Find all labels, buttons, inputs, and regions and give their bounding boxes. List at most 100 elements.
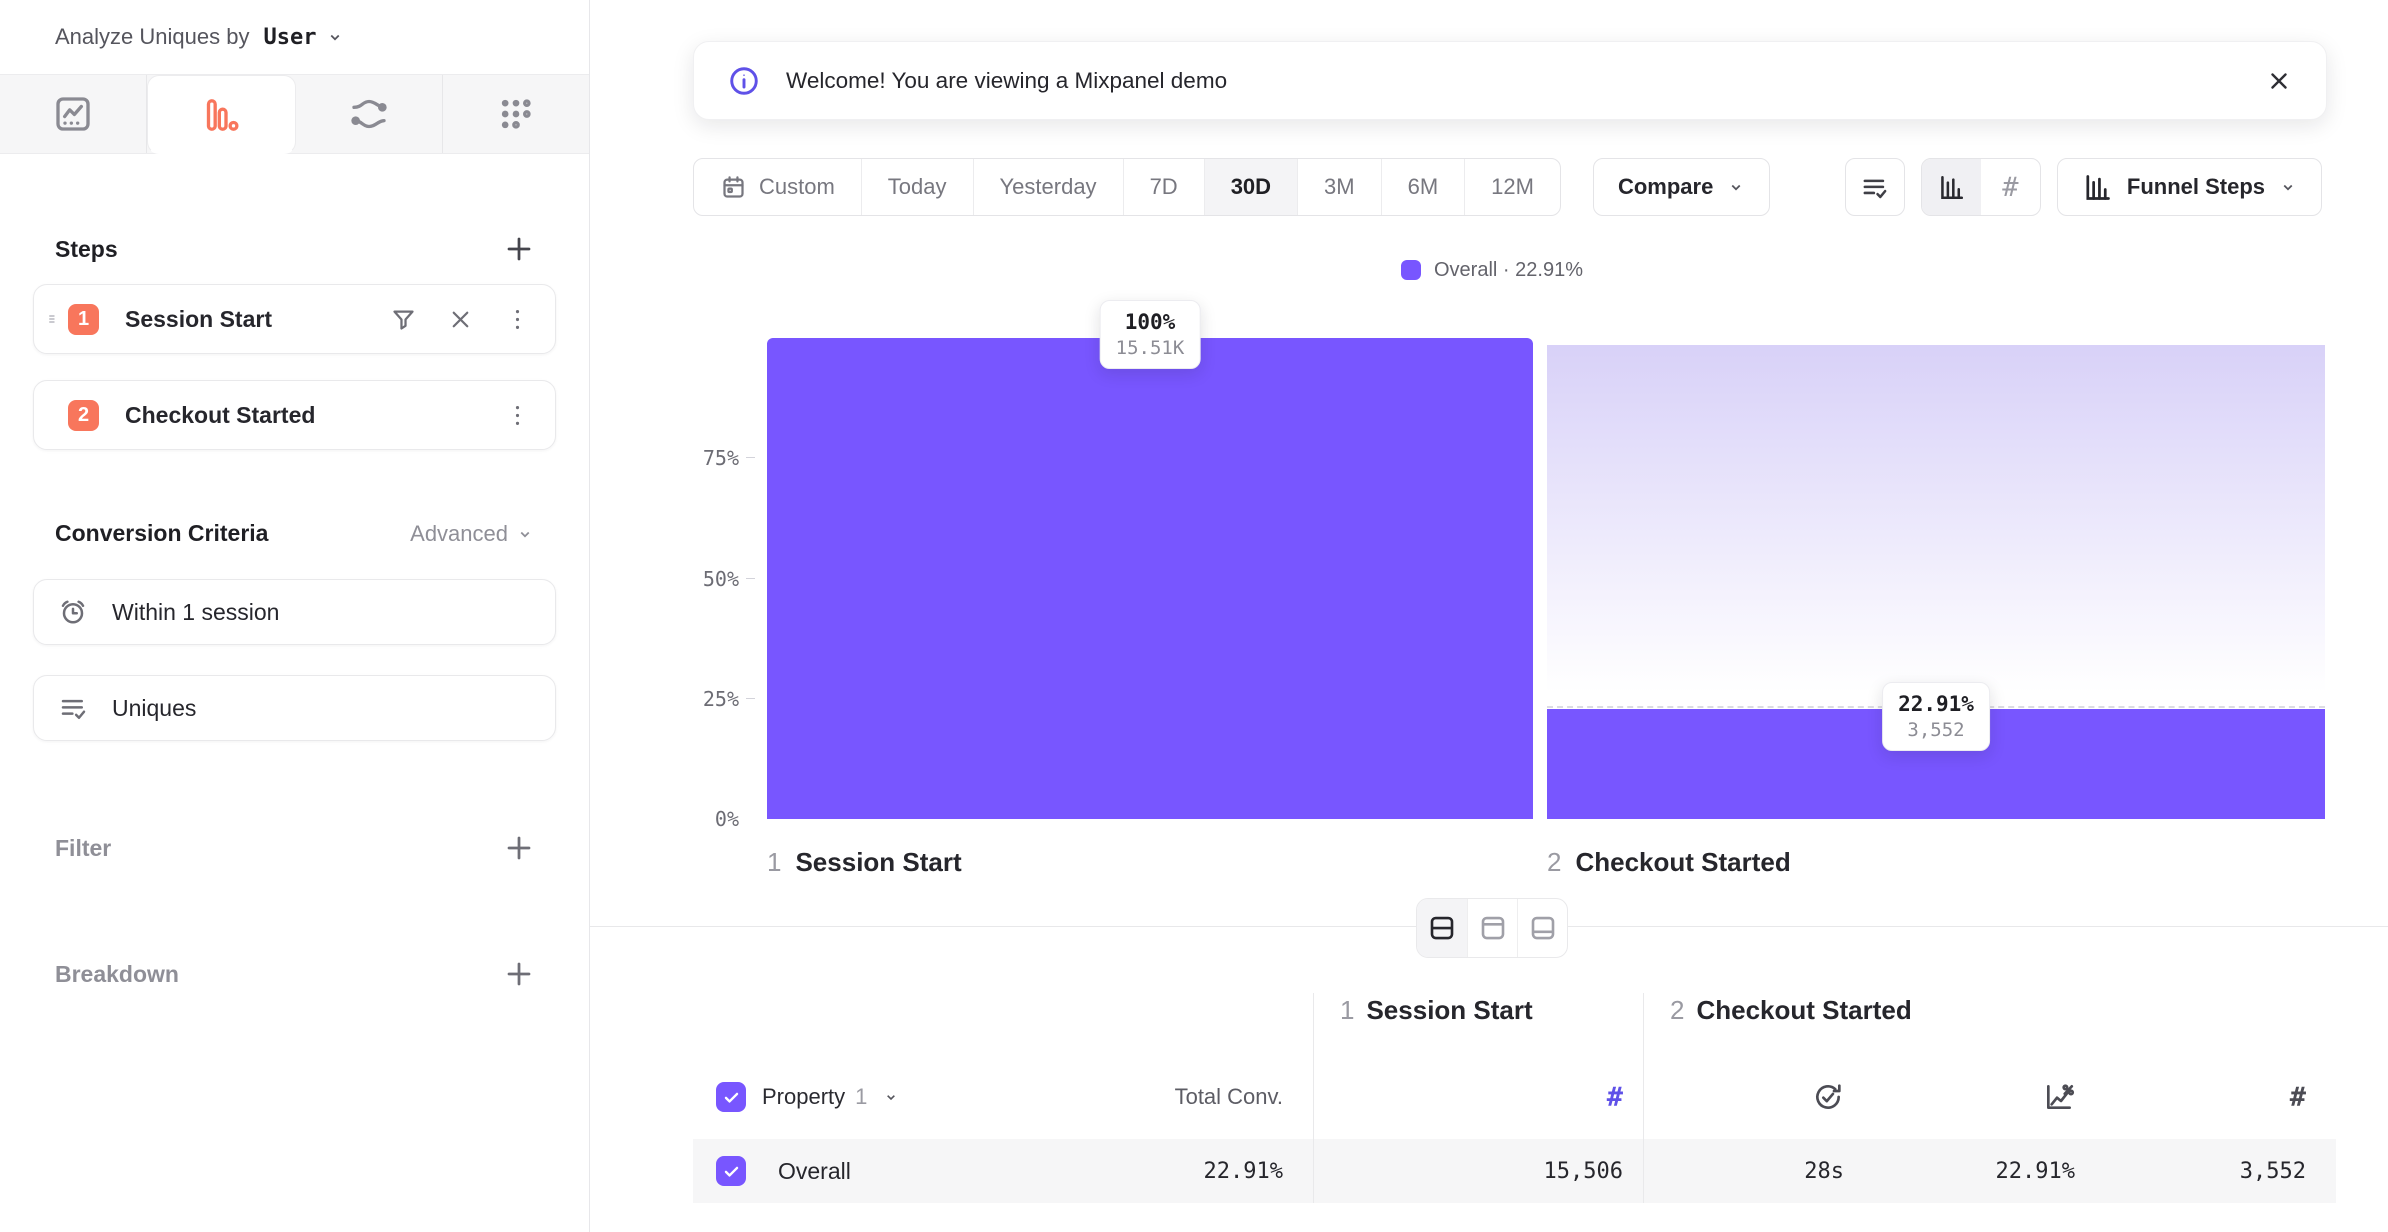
panel-layout-toggle xyxy=(1416,898,1568,958)
step-card-2[interactable]: 2 Checkout Started xyxy=(33,380,556,450)
layout-table-only-button[interactable] xyxy=(1517,899,1567,957)
legend-series-value: 22.91% xyxy=(1515,259,1583,281)
conv-rate-value-cell: 22.91% xyxy=(1874,1139,2105,1203)
date-range-label: 3M xyxy=(1324,174,1355,200)
layout-top-icon xyxy=(1478,913,1508,943)
add-step-button[interactable] xyxy=(504,234,534,264)
query-sidebar: Analyze Uniques by User xyxy=(0,0,590,1232)
tab-retention[interactable] xyxy=(443,75,589,153)
chart-toolbar: Custom Today Yesterday 7D 30D 3M 6M 12M … xyxy=(693,158,2322,216)
advanced-label: Advanced xyxy=(410,521,508,547)
tab-insights[interactable] xyxy=(0,75,147,153)
close-icon[interactable] xyxy=(2266,68,2292,94)
property-header-cell: Property 1 xyxy=(693,1055,1113,1139)
compare-button[interactable]: Compare xyxy=(1593,158,1770,216)
report-type-tabs xyxy=(0,74,589,154)
conversion-window-card[interactable]: Within 1 session xyxy=(33,579,556,645)
remove-step-icon[interactable] xyxy=(447,306,474,333)
show-number-toggle[interactable]: # xyxy=(1981,159,2040,215)
layout-split-icon xyxy=(1427,913,1457,943)
date-range-today[interactable]: Today xyxy=(862,159,974,215)
analyze-header: Analyze Uniques by User xyxy=(0,0,589,54)
date-range-label: Today xyxy=(888,174,947,200)
advanced-dropdown[interactable]: Advanced xyxy=(410,521,534,547)
x-label-text: Session Start xyxy=(795,847,961,878)
legend-swatch[interactable] xyxy=(1401,260,1421,280)
group-number: 2 xyxy=(1670,995,1684,1026)
analyze-entity-dropdown[interactable]: User xyxy=(263,25,316,50)
count-metric-cell: # xyxy=(2105,1055,2336,1139)
app: Analyze Uniques by User xyxy=(0,0,2388,1232)
step-card-1[interactable]: 1 Session Start xyxy=(33,284,556,354)
funnel-bars xyxy=(767,338,2331,819)
insights-icon xyxy=(53,94,93,134)
group-label: Checkout Started xyxy=(1696,995,1911,1026)
filter-step-icon[interactable] xyxy=(390,306,417,333)
date-range-label: 30D xyxy=(1231,174,1271,200)
tab-funnels[interactable] xyxy=(147,75,295,154)
total-conv-label: Total Conv. xyxy=(1175,1084,1283,1110)
add-filter-button[interactable] xyxy=(504,833,534,863)
x-label-number: 2 xyxy=(1547,847,1561,878)
property-number: 1 xyxy=(855,1084,867,1110)
total-conv-value: 22.91% xyxy=(1204,1159,1283,1184)
chart-type-label: Funnel Steps xyxy=(2127,174,2265,200)
avg-time-icon[interactable] xyxy=(1812,1081,1844,1113)
retention-icon xyxy=(496,94,536,134)
chevron-down-icon xyxy=(883,1089,899,1105)
select-all-checkbox[interactable] xyxy=(716,1082,746,1112)
x-axis-labels: 1 Session Start 2 Checkout Started xyxy=(767,847,2331,878)
date-range-yesterday[interactable]: Yesterday xyxy=(974,159,1124,215)
uniques-list-check-icon xyxy=(1860,173,1889,202)
chevron-down-icon xyxy=(516,525,534,543)
funnel-steps-chart-icon xyxy=(2082,172,2113,203)
conversion-rate-icon[interactable] xyxy=(2043,1081,2075,1113)
y-axis-tick: 75% xyxy=(649,446,739,470)
count-hash-icon[interactable]: # xyxy=(1607,1082,1623,1113)
funnel-bar-step-1[interactable] xyxy=(767,338,1533,819)
date-range-7d[interactable]: 7D xyxy=(1124,159,1205,215)
steps-section-header: Steps xyxy=(33,234,556,264)
alarm-clock-icon xyxy=(58,597,88,627)
analyze-label: Analyze Uniques by xyxy=(55,24,249,50)
filter-section-header: Filter xyxy=(33,833,556,863)
tab-flows[interactable] xyxy=(296,75,443,153)
step-options-kebab-icon[interactable] xyxy=(504,306,531,333)
property-label[interactable]: Property xyxy=(762,1084,845,1110)
date-range-3m[interactable]: 3M xyxy=(1298,159,1382,215)
step-event-name[interactable]: Checkout Started xyxy=(125,402,474,429)
date-range-30d[interactable]: 30D xyxy=(1205,159,1298,215)
date-range-label: Custom xyxy=(759,174,835,200)
session-start-count-cell: 15,506 xyxy=(1313,1139,1643,1203)
row-name: Overall xyxy=(778,1158,851,1185)
add-breakdown-button[interactable] xyxy=(504,959,534,989)
legend-separator: · xyxy=(1503,259,1510,281)
date-range-12m[interactable]: 12M xyxy=(1465,159,1560,215)
layout-bottom-icon xyxy=(1528,913,1558,943)
show-percent-toggle[interactable] xyxy=(1922,159,1981,215)
counting-method-card[interactable]: Uniques xyxy=(33,675,556,741)
session-start-count: 15,506 xyxy=(1544,1159,1623,1184)
step-number-badge: 1 xyxy=(68,304,99,335)
date-range-label: 12M xyxy=(1491,174,1534,200)
x-label-text: Checkout Started xyxy=(1575,847,1790,878)
layout-split-button[interactable] xyxy=(1417,899,1467,957)
tooltip-percent: 100% xyxy=(1116,310,1185,334)
welcome-banner: Welcome! You are viewing a Mixpanel demo xyxy=(693,41,2327,120)
step-options-kebab-icon[interactable] xyxy=(504,402,531,429)
date-range-label: 7D xyxy=(1150,174,1178,200)
uniques-metric-button[interactable] xyxy=(1845,158,1905,216)
row-checkbox[interactable] xyxy=(716,1156,746,1186)
value-display-toggle: # xyxy=(1921,158,2041,216)
date-range-6m[interactable]: 6M xyxy=(1382,159,1466,215)
funnels-icon xyxy=(201,95,241,135)
chart-type-dropdown[interactable]: Funnel Steps xyxy=(2057,158,2322,216)
conversion-window-value: Within 1 session xyxy=(112,599,279,626)
hash-icon: # xyxy=(2002,172,2018,203)
conversion-criteria-title: Conversion Criteria xyxy=(55,520,268,547)
drag-handle-icon[interactable] xyxy=(44,309,62,329)
count-hash-icon[interactable]: # xyxy=(2290,1082,2306,1113)
layout-chart-only-button[interactable] xyxy=(1467,899,1517,957)
date-range-custom[interactable]: Custom xyxy=(694,159,862,215)
step-event-name[interactable]: Session Start xyxy=(125,306,360,333)
